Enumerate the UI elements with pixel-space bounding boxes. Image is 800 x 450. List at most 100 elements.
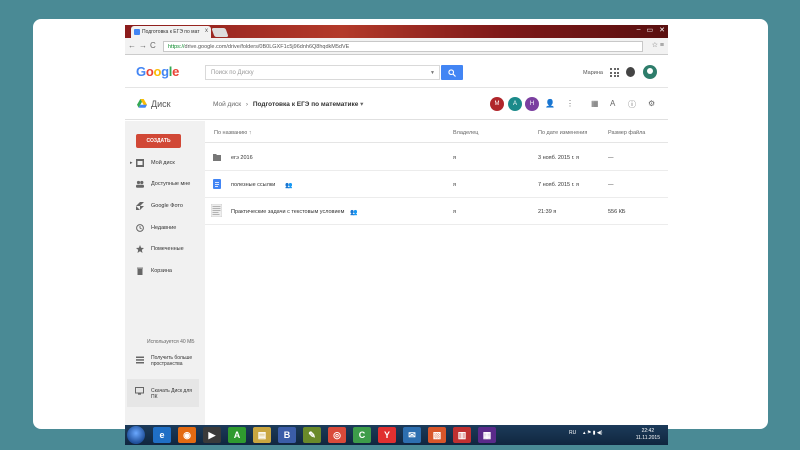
info-icon[interactable]: ⓘ <box>628 99 636 110</box>
star-menu-icons[interactable]: ☆ ≡ <box>652 41 664 49</box>
grid-view-icon[interactable]: ▦ <box>591 99 599 108</box>
monitor-icon <box>135 387 144 395</box>
apps-grid-icon[interactable] <box>610 68 619 77</box>
file-list-header: По названию ↑ Владелец По дате изменения… <box>205 121 668 143</box>
column-size-header[interactable]: Размер файла <box>608 130 645 136</box>
sidebar-item-label: Помеченные <box>151 246 184 252</box>
taskbar-app-icon[interactable]: ▦ <box>478 427 496 443</box>
taskbar-app-icon[interactable]: ✎ <box>303 427 321 443</box>
minimize-icon[interactable]: – <box>637 26 641 34</box>
sidebar-item-my-drive[interactable]: ▸ Мой диск <box>125 156 205 172</box>
taskbar-app-icon[interactable]: C <box>353 427 371 443</box>
sidebar-item-label: Мой диск <box>151 160 175 166</box>
file-size: — <box>608 155 614 161</box>
breadcrumb: Мой диск › Подготовка к ЕГЭ по математик… <box>213 100 363 108</box>
language-indicator[interactable]: RU <box>569 430 576 436</box>
sidebar-item-label: Недавние <box>151 225 177 231</box>
file-size: 556 КБ <box>608 209 626 215</box>
back-icon[interactable]: ← <box>128 41 136 50</box>
system-clock[interactable]: 22:42 11.11.2015 <box>636 428 660 442</box>
shared-people-icon <box>136 180 144 188</box>
maximize-icon[interactable]: ▭ <box>647 26 654 34</box>
file-row[interactable]: полезные ссылки 👥 я 7 нояб. 2015 г. я — <box>205 171 668 198</box>
expand-arrow-icon[interactable]: ▸ <box>130 160 133 166</box>
settings-gear-icon[interactable]: ⚙ <box>648 99 655 108</box>
storage-usage: Используется 40 МБ <box>147 339 195 345</box>
search-icon <box>448 69 456 77</box>
close-window-icon[interactable]: ✕ <box>659 26 665 34</box>
url-scheme: https:// <box>168 44 185 50</box>
sort-az-icon[interactable]: A <box>610 99 615 108</box>
sidebar-item-label: Google Фото <box>151 203 183 209</box>
window-controls: – ▭ ✕ <box>637 26 665 34</box>
forward-icon[interactable]: → <box>139 41 147 50</box>
drive-app-label[interactable]: Диск <box>151 99 171 109</box>
taskbar-app-icon[interactable]: ◎ <box>328 427 346 443</box>
tab-close-icon[interactable]: x <box>205 28 208 34</box>
search-placeholder: Поиск по Диску <box>211 70 254 76</box>
create-button[interactable]: СОЗДАТЬ <box>136 134 181 148</box>
address-bar: ← → C https://drive.google.com/drive/fol… <box>125 38 668 55</box>
download-drive-label: Скачать Диск для ПК <box>151 388 192 400</box>
search-options-icon[interactable]: ▼ <box>430 70 435 76</box>
more-vert-icon[interactable]: ⋮ <box>566 99 574 108</box>
clock-icon <box>136 224 144 232</box>
taskbar-app-icon[interactable]: ◉ <box>178 427 196 443</box>
browser-tab[interactable]: Подготовка к ЕГЭ по мат x <box>131 26 211 38</box>
start-button-icon[interactable] <box>127 426 145 444</box>
tab-title: Подготовка к ЕГЭ по мат <box>142 29 200 35</box>
taskbar-app-icon[interactable]: ▧ <box>428 427 446 443</box>
taskbar-app-icon[interactable]: B <box>278 427 296 443</box>
file-name: полезные ссылки <box>231 182 276 188</box>
chevron-down-icon[interactable]: ▾ <box>360 101 363 108</box>
share-person-icon[interactable]: 👤 <box>545 99 555 108</box>
file-list: По названию ↑ Владелец По дате изменения… <box>205 121 668 425</box>
account-avatar[interactable] <box>643 65 657 79</box>
file-owner: я <box>453 209 456 215</box>
download-drive-link[interactable]: Скачать Диск для ПК <box>127 379 199 407</box>
column-owner-header[interactable]: Владелец <box>453 130 478 136</box>
breadcrumb-root[interactable]: Мой диск <box>213 101 241 108</box>
sidebar-item-trash[interactable]: Корзина <box>125 264 205 280</box>
file-row[interactable]: егэ 2016 я 3 нояб. 2015 г. я — <box>205 144 668 171</box>
user-name[interactable]: Марина <box>583 70 603 76</box>
search-button[interactable] <box>441 65 463 80</box>
collaborator-avatar[interactable]: М <box>490 97 504 111</box>
file-row[interactable]: Практические задачи с текстовым условием… <box>205 198 668 225</box>
file-owner: я <box>453 182 456 188</box>
column-modified-header[interactable]: По дате изменения <box>538 130 587 136</box>
url-input[interactable]: https://drive.google.com/drive/folders/0… <box>163 41 643 52</box>
reload-icon[interactable]: C <box>150 41 156 50</box>
search-input[interactable]: Поиск по Диску ▼ <box>205 65 440 80</box>
taskbar-app-icon[interactable]: ▥ <box>453 427 471 443</box>
tray-icons[interactable]: ▴ ⚑ ▮ ◀) <box>583 430 602 436</box>
url-path: drive.google.com/drive/folders/0B0LGXF1c… <box>184 44 350 50</box>
new-tab-button[interactable] <box>211 28 229 37</box>
trash-icon <box>137 267 143 275</box>
google-logo[interactable]: Google <box>136 64 179 79</box>
notifications-icon[interactable] <box>626 67 635 77</box>
file-name: Практические задачи с текстовым условием <box>231 209 345 215</box>
taskbar-app-icon[interactable]: ▶ <box>203 427 221 443</box>
pinwheel-photos-icon <box>136 202 144 210</box>
get-more-storage-link[interactable]: Получить больше пространства <box>125 353 205 375</box>
taskbar-app-icon[interactable]: A <box>228 427 246 443</box>
sidebar-item-shared[interactable]: Доступные мне <box>125 177 205 193</box>
sidebar-item-label: Корзина <box>151 268 172 274</box>
taskbar-app-icon[interactable]: Y <box>378 427 396 443</box>
storage-list-icon <box>136 356 144 364</box>
breadcrumb-current[interactable]: Подготовка к ЕГЭ по математике <box>253 101 359 108</box>
windows-taskbar: e ◉ ▶ A ▤ B ✎ ◎ C Y ✉ ▧ ▥ ▦ RU ▴ ⚑ ▮ ◀) 22:42 11.11.2… <box>125 425 668 445</box>
collaborator-avatar[interactable]: Н <box>525 97 539 111</box>
column-name-header[interactable]: По названию ↑ <box>214 130 252 136</box>
sidebar-item-starred[interactable]: Помеченные <box>125 242 205 258</box>
taskbar-app-icon[interactable]: e <box>153 427 171 443</box>
collaborator-avatar[interactable]: А <box>508 97 522 111</box>
star-icon <box>136 245 144 253</box>
my-drive-icon <box>136 159 144 167</box>
sidebar-item-photos[interactable]: Google Фото <box>125 199 205 215</box>
taskbar-app-icon[interactable]: ✉ <box>403 427 421 443</box>
sidebar-item-recent[interactable]: Недавние <box>125 221 205 237</box>
drive-logo-icon <box>137 99 147 108</box>
taskbar-app-icon[interactable]: ▤ <box>253 427 271 443</box>
